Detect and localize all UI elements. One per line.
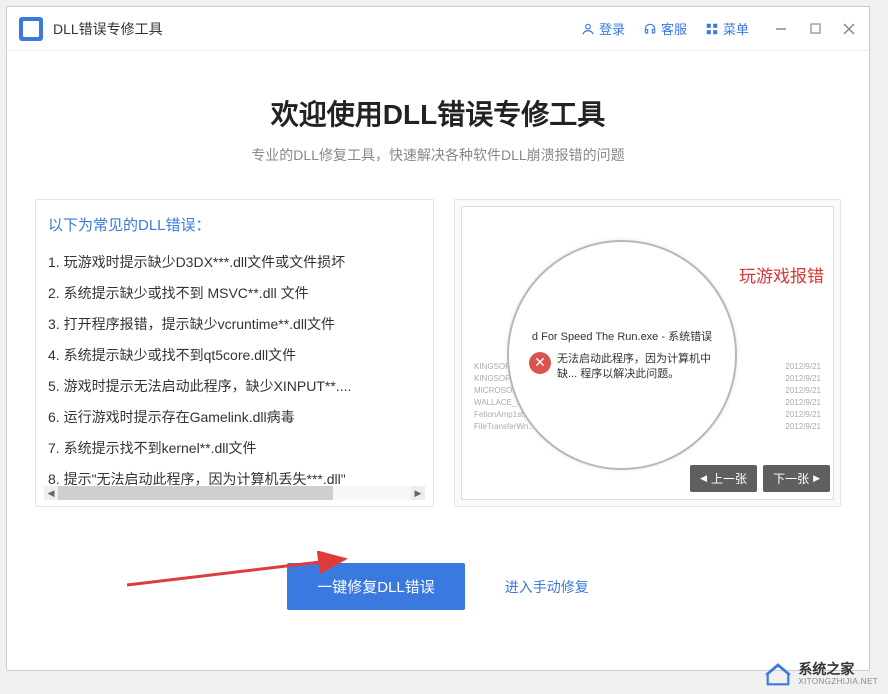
grid-icon [705,22,719,36]
titlebar: DLL错误专修工具 登录 客服 菜单 [7,7,869,51]
bottom-actions: 一键修复DLL错误 进入手动修复 [35,563,841,610]
menu-link[interactable]: 菜单 [705,19,749,38]
error-item: 3. 打开程序报错，提示缺少vcruntime**.dll文件 [48,309,421,340]
scroll-left-icon[interactable]: ◀ [44,486,58,500]
watermark-name: 系统之家 [798,662,878,677]
window-controls [773,21,857,37]
error-item: 7. 系统提示找不到kernel**.dll文件 [48,433,421,464]
house-icon [764,662,792,686]
scroll-right-icon[interactable]: ▶ [411,486,425,500]
close-button[interactable] [841,21,857,37]
scroll-track[interactable] [58,486,411,500]
errors-title: 以下为常见的DLL错误： [48,214,421,235]
triangle-right-icon: ▶ [813,473,820,484]
prev-image-button[interactable]: ◀ 上一张 [690,465,757,492]
login-link[interactable]: 登录 [581,19,625,38]
fix-dll-button[interactable]: 一键修复DLL错误 [287,563,465,610]
error-item: 4. 系统提示缺少或找不到qt5core.dll文件 [48,340,421,371]
app-title: DLL错误专修工具 [53,19,163,39]
prev-label: 上一张 [711,470,747,487]
screenshot-caption: 玩游戏报错 [739,262,824,287]
horizontal-scrollbar[interactable]: ◀ ▶ [44,486,425,500]
error-item: 5. 游戏时提示无法启动此程序，缺少XINPUT**.... [48,371,421,402]
error-dialog-body: 无法启动此程序，因为计算机中缺... 程序以解决此问题。 [557,352,715,383]
error-item: 1. 玩游戏时提示缺少D3DX***.dll文件或文件损坏 [48,247,421,278]
watermark-url: XITONGZHIJIA.NET [798,677,878,686]
support-label: 客服 [661,19,687,38]
next-label: 下一张 [773,470,809,487]
maximize-button[interactable] [807,21,823,37]
triangle-left-icon: ◀ [700,473,707,484]
errors-panel: 以下为常见的DLL错误： 1. 玩游戏时提示缺少D3DX***.dll文件或文件… [35,199,434,507]
error-item: 2. 系统提示缺少或找不到 MSVC**.dll 文件 [48,278,421,309]
panels-row: 以下为常见的DLL错误： 1. 玩游戏时提示缺少D3DX***.dll文件或文件… [35,199,841,507]
error-icon: ✕ [529,352,551,374]
minimize-button[interactable] [773,21,789,37]
preview-nav: ◀ 上一张 下一张 ▶ [690,465,830,492]
main-content: 欢迎使用DLL错误专修工具 专业的DLL修复工具，快速解决各种软件DLL崩溃报错… [7,51,869,610]
login-label: 登录 [599,19,625,38]
headset-icon [643,22,657,36]
next-image-button[interactable]: 下一张 ▶ [763,465,830,492]
menu-label: 菜单 [723,19,749,38]
error-dialog-title: d For Speed The Run.exe - 系统错误 [526,328,718,344]
manual-fix-link[interactable]: 进入手动修复 [505,577,589,597]
user-icon [581,22,595,36]
watermark: 系统之家 XITONGZHIJIA.NET [764,662,878,686]
scroll-thumb[interactable] [58,486,333,500]
errors-list: 1. 玩游戏时提示缺少D3DX***.dll文件或文件损坏 2. 系统提示缺少或… [48,247,421,495]
support-link[interactable]: 客服 [643,19,687,38]
page-subtitle: 专业的DLL修复工具，快速解决各种软件DLL崩溃报错的问题 [35,145,841,165]
app-logo-icon [19,17,43,41]
preview-panel: KINGSOFT**2012/9/21 KINGSOFT**2012/9/21 … [454,199,841,507]
page-heading: 欢迎使用DLL错误专修工具 [35,93,841,133]
magnifier-overlay: d For Speed The Run.exe - 系统错误 ✕ 无法启动此程序… [507,240,737,470]
app-window: DLL错误专修工具 登录 客服 菜单 [6,6,870,671]
error-item: 6. 运行游戏时提示存在Gamelink.dll病毒 [48,402,421,433]
